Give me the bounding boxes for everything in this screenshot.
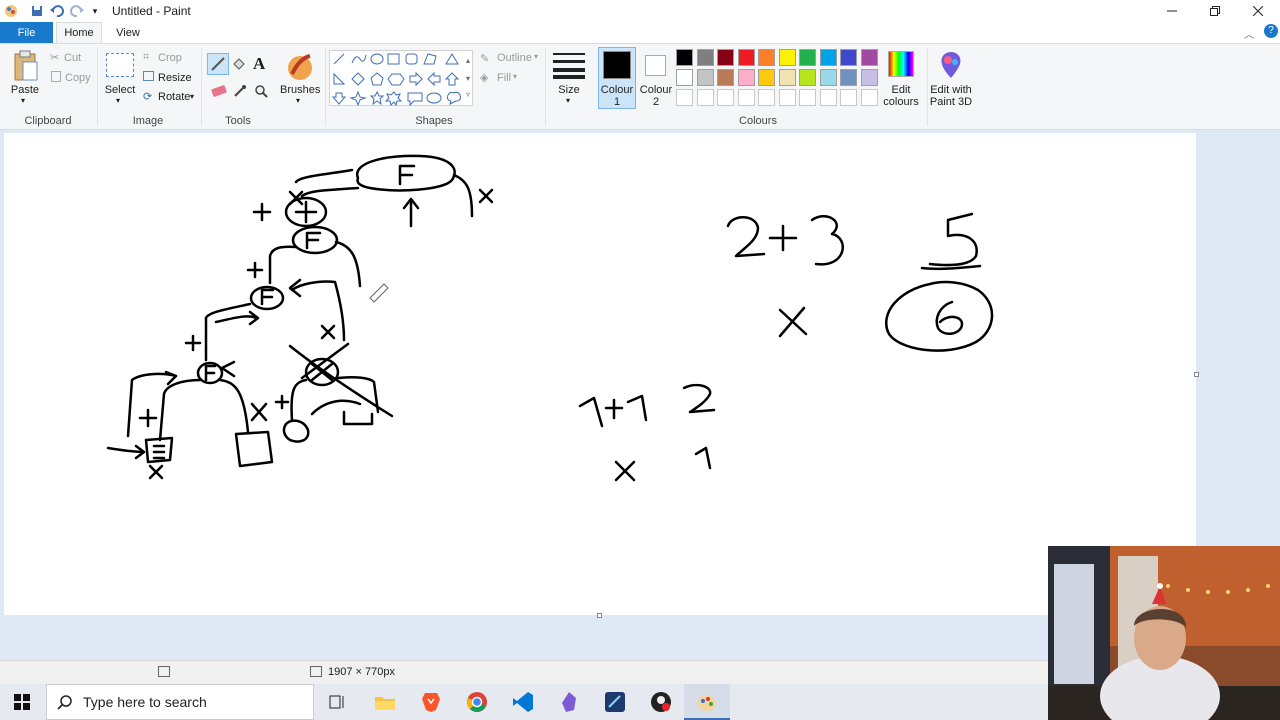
search-placeholder: Type here to search — [83, 694, 207, 710]
app-icon[interactable] — [638, 684, 684, 720]
pencil-cursor-icon — [369, 283, 389, 303]
webcam-overlay — [1048, 546, 1280, 720]
vscode-icon[interactable] — [500, 684, 546, 720]
selection-size-icon — [158, 666, 170, 677]
file-explorer-icon[interactable] — [362, 684, 408, 720]
paint-icon[interactable] — [684, 684, 730, 720]
webcam-image — [1048, 546, 1280, 720]
windows-start-icon[interactable] — [14, 694, 30, 713]
taskbar-search[interactable]: Type here to search — [46, 684, 314, 720]
canvas-dimensions: 1907 × 770px — [328, 666, 395, 678]
search-icon — [57, 695, 72, 710]
brave-icon[interactable] — [408, 684, 454, 720]
obsidian-icon[interactable] — [546, 684, 592, 720]
task-view-icon[interactable] — [314, 684, 360, 720]
canvas-size-icon — [310, 666, 322, 677]
chrome-icon[interactable] — [454, 684, 500, 720]
app-icon[interactable] — [592, 684, 638, 720]
